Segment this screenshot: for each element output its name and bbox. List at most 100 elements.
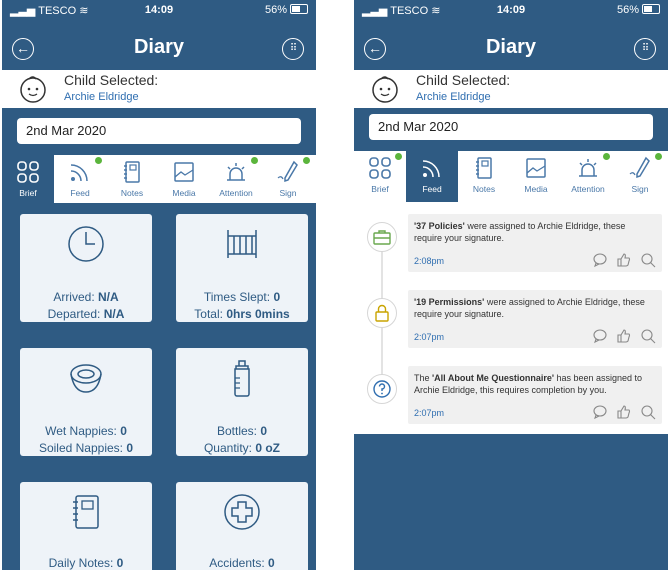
notification-dot	[95, 157, 102, 164]
phone-screen-feed: ▂▃▅ TESCO ≋ 14:09 56% ← Diary ⠿ Child Se…	[354, 0, 668, 570]
tab-label: Media	[524, 184, 548, 194]
tab-feed[interactable]: Feed	[406, 151, 458, 203]
pen-icon	[277, 160, 298, 183]
post-text: '37 Policies' were assigned to Archie El…	[414, 221, 626, 243]
notification-dot	[303, 157, 310, 164]
battery: 56%	[265, 4, 308, 16]
daily-notes-label: Daily Notes:	[48, 556, 114, 570]
comment-icon[interactable]	[592, 404, 608, 420]
comment-icon[interactable]	[592, 328, 608, 344]
post-actions	[592, 328, 656, 344]
feed-item-icon	[367, 374, 397, 404]
tab-label: Sign	[279, 188, 297, 198]
feed-list: '37 Policies' were assigned to Archie El…	[354, 202, 668, 434]
menu-button[interactable]: ⠿	[282, 38, 304, 60]
tab-brief[interactable]: Brief	[2, 155, 54, 203]
arrived-value: N/A	[98, 290, 119, 304]
status-bar: ▂▃▅ TESCO ≋ 14:09 56%	[2, 0, 316, 22]
card-nappies[interactable]: Wet Nappies: 0 Soiled Nappies: 0	[20, 348, 152, 456]
child-selector[interactable]: Child Selected: Archie Eldridge	[354, 70, 668, 108]
date-field[interactable]: 2nd Mar 2020	[369, 114, 653, 140]
question-icon	[373, 380, 391, 398]
notification-dot	[655, 153, 662, 160]
post-text: The 'All About Me Questionnaire' has bee…	[414, 373, 643, 395]
tab-notes[interactable]: Notes	[106, 155, 158, 203]
potty-icon	[70, 364, 102, 393]
like-icon[interactable]	[616, 404, 632, 420]
child-name[interactable]: Archie Eldridge	[64, 91, 139, 103]
phone-screen-brief: ▂▃▅ TESCO ≋ 14:09 56% ← Diary ⠿ Child Se…	[2, 0, 316, 570]
battery-icon	[290, 4, 308, 14]
departed-value: N/A	[103, 307, 125, 321]
notes-icon	[124, 161, 140, 183]
post-time: 2:08pm	[414, 256, 445, 266]
media-icon	[526, 158, 546, 178]
battery: 56%	[617, 4, 660, 16]
menu-button[interactable]: ⠿	[634, 38, 656, 60]
child-selector[interactable]: Child Selected: Archie Eldridge	[2, 70, 316, 108]
page-title: Diary	[485, 36, 537, 58]
card-daily-notes[interactable]: Daily Notes: 0	[20, 482, 152, 570]
tab-label: Feed	[422, 184, 442, 194]
tab-attention[interactable]: Attention	[562, 151, 614, 199]
like-icon[interactable]	[616, 252, 632, 268]
accidents-value: 0	[268, 556, 275, 570]
feed-post[interactable]: '37 Policies' were assigned to Archie El…	[408, 214, 662, 272]
date-field[interactable]: 2nd Mar 2020	[17, 118, 301, 144]
dots-grid-icon: ⠿	[289, 43, 297, 54]
total-value: 0hrs 0mins	[226, 307, 290, 321]
baby-face-icon	[20, 76, 46, 103]
notification-dot	[251, 157, 258, 164]
departed-label: Departed:	[47, 307, 101, 321]
briefcase-icon	[373, 230, 391, 245]
tab-feed[interactable]: Feed	[54, 155, 106, 203]
tab-label: Notes	[120, 188, 144, 198]
grid-icon	[17, 161, 39, 183]
tab-notes[interactable]: Notes	[458, 151, 510, 199]
notification-dot	[395, 153, 402, 160]
feed-post[interactable]: '19 Permissions' were assigned to Archie…	[408, 290, 662, 348]
card-arrival[interactable]: Arrived: N/A Departed: N/A	[20, 214, 152, 322]
quantity-value: 0 oZ	[255, 441, 281, 455]
like-icon[interactable]	[616, 328, 632, 344]
search-icon[interactable]	[640, 328, 656, 344]
page-title: Diary	[133, 36, 185, 58]
tab-media[interactable]: Media	[158, 155, 210, 203]
child-name[interactable]: Archie Eldridge	[416, 91, 491, 103]
daily-notes-value: 0	[116, 556, 124, 570]
comment-icon[interactable]	[592, 252, 608, 268]
bottles-label: Bottles:	[216, 424, 257, 438]
child-selected-label: Child Selected:	[416, 72, 511, 88]
card-accidents[interactable]: Accidents: 0	[176, 482, 308, 570]
wet-nappies-label: Wet Nappies:	[45, 424, 117, 438]
tab-brief[interactable]: Brief	[354, 151, 406, 199]
search-icon[interactable]	[640, 404, 656, 420]
feed-post[interactable]: The 'All About Me Questionnaire' has bee…	[408, 366, 662, 424]
card-bottles[interactable]: Bottles: 0 Quantity: 0 oZ	[176, 348, 308, 456]
tab-label: Sign	[631, 184, 649, 194]
status-bar: ▂▃▅ TESCO ≋ 14:09 56%	[354, 0, 668, 22]
tab-label: Media	[172, 188, 196, 198]
tab-label: Brief	[19, 188, 37, 198]
post-text: '19 Permissions' were assigned to Archie…	[414, 297, 645, 319]
tab-label: Attention	[571, 184, 605, 194]
tab-attention[interactable]: Attention	[210, 155, 262, 203]
battery-icon	[642, 4, 660, 14]
soiled-nappies-value: 0	[126, 441, 134, 455]
search-icon[interactable]	[640, 252, 656, 268]
times-slept-value: 0	[273, 290, 281, 304]
quantity-label: Quantity:	[203, 441, 252, 455]
clock-icon	[68, 226, 104, 262]
tab-sign[interactable]: Sign	[614, 151, 666, 199]
pen-icon	[629, 156, 650, 179]
notification-dot	[603, 153, 610, 160]
soiled-nappies-label: Soiled Nappies:	[38, 441, 124, 455]
tab-sign[interactable]: Sign	[262, 155, 314, 203]
tab-label: Attention	[219, 188, 253, 198]
tab-media[interactable]: Media	[510, 151, 562, 199]
bottles-value: 0	[260, 424, 268, 438]
card-sleep[interactable]: Times Slept: 0 Total: 0hrs 0mins	[176, 214, 308, 322]
child-selected-label: Child Selected:	[64, 72, 159, 88]
feed-icon	[70, 164, 88, 182]
alarm-icon	[227, 163, 245, 181]
